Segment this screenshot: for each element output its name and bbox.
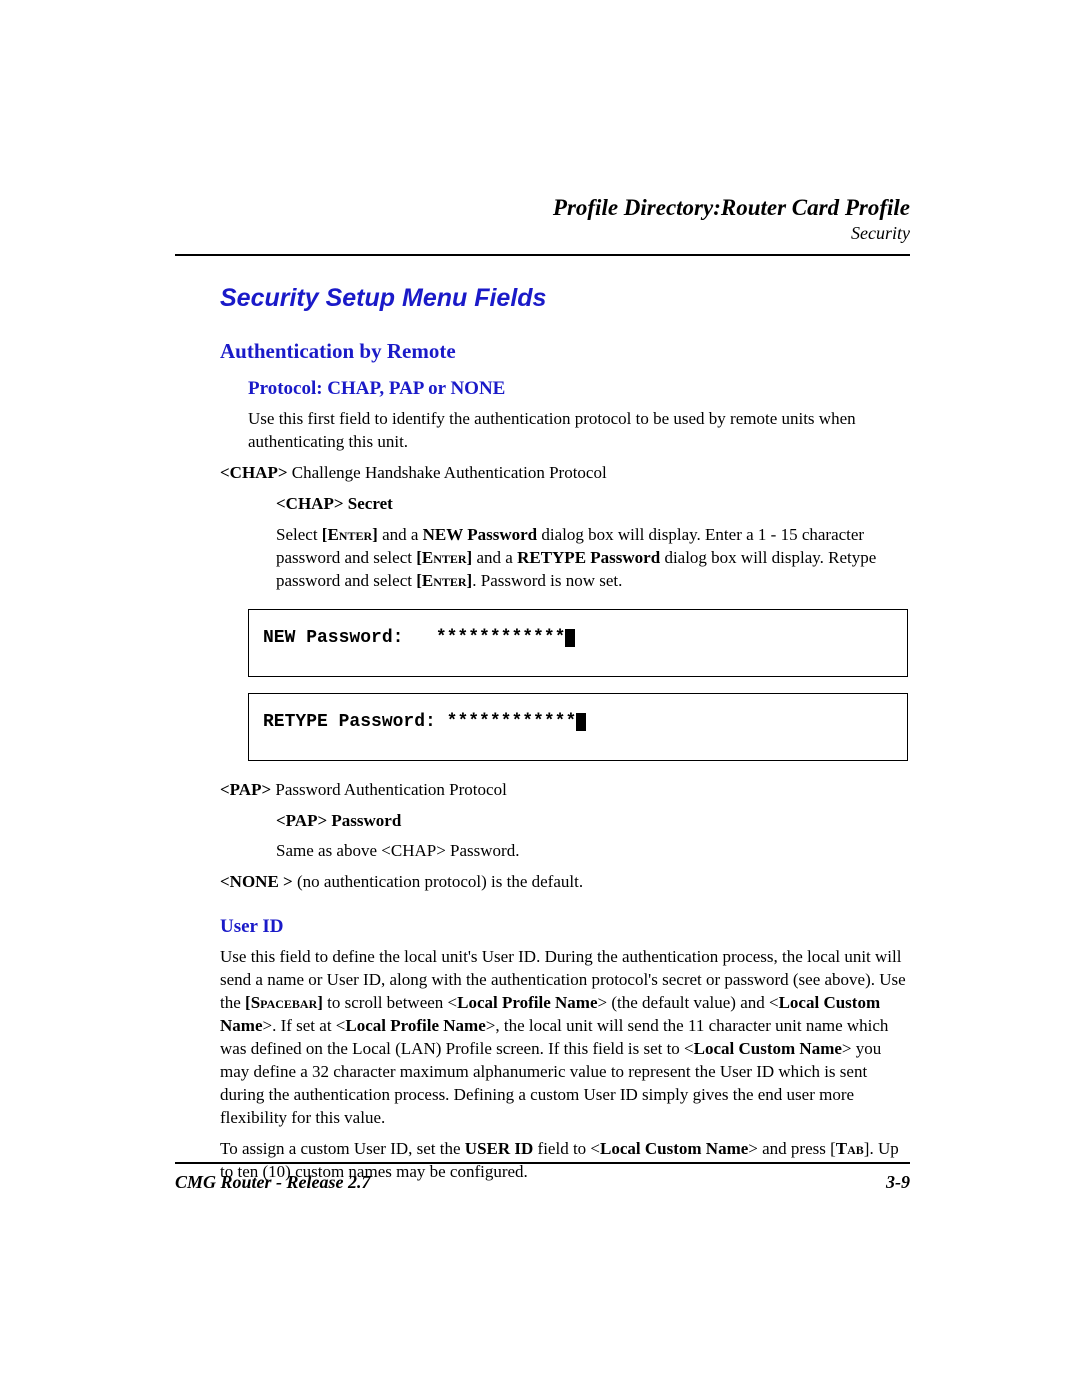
terminal-mask: ************ [447,712,577,732]
terminal-mask: ************ [436,628,566,648]
page-body: Profile Directory:Router Card Profile Se… [175,195,910,1184]
pap-password-heading: <PAP> Password [276,810,910,833]
chap-def: Challenge Handshake Authentication Proto… [288,463,607,482]
terminal-line: RETYPE Password: ************ [263,712,893,732]
terminal-label: NEW Password: [263,628,436,648]
pap-line: <PAP> Password Authentication Protocol [220,779,910,802]
chap-secret-body: Select [Enter] and a NEW Password dialog… [276,524,910,593]
local-profile-name: Local Profile Name [345,1016,485,1035]
txt: to scroll between < [323,993,457,1012]
txt: . Password is now set. [472,571,622,590]
pap-password-body: Same as above <CHAP> Password. [276,840,910,863]
local-profile-name: Local Profile Name [457,993,597,1012]
none-tag: <NONE > [220,872,293,891]
chap-tag: <CHAP> [220,463,288,482]
footer-rule [175,1162,910,1164]
header-title: Profile Directory:Router Card Profile [175,195,910,221]
local-custom-name: Local Custom Name [694,1039,842,1058]
header-subtitle: Security [175,223,910,244]
cursor-icon [576,713,586,731]
txt: and a [472,548,517,567]
retype-password-label: RETYPE Password [517,548,660,567]
key-enter: [Enter] [416,548,472,567]
protocol-intro: Use this first field to identify the aut… [248,408,910,454]
none-def: (no authentication protocol) is the defa… [293,872,583,891]
page-footer: CMG Router - Release 2.7 3-9 [175,1152,910,1193]
key-spacebar: [Spacebar] [245,993,323,1012]
txt: and a [378,525,423,544]
section-heading-h1: Security Setup Menu Fields [220,284,910,313]
pap-tag: <PAP> [220,780,271,799]
txt: >. If set at < [262,1016,345,1035]
user-id-p1: Use this field to define the local unit'… [220,946,910,1130]
terminal-line: NEW Password: ************ [263,628,893,648]
terminal-retype-password: RETYPE Password: ************ [248,693,908,761]
txt: Select [276,525,322,544]
txt: > (the default value) and < [598,993,779,1012]
pap-def: Password Authentication Protocol [271,780,507,799]
chap-secret-heading: <CHAP> Secret [276,493,910,516]
header-rule [175,254,910,256]
key-enter: [Enter] [416,571,472,590]
heading-auth-remote: Authentication by Remote [220,339,910,364]
chap-line: <CHAP> Challenge Handshake Authenticatio… [220,462,910,485]
new-password-label: NEW Password [423,525,537,544]
heading-user-id: User ID [220,916,910,938]
terminal-label: RETYPE Password: [263,712,447,732]
content-area: Authentication by Remote Protocol: CHAP,… [220,339,910,1184]
footer-left: CMG Router - Release 2.7 [175,1172,371,1193]
terminal-new-password: NEW Password: ************ [248,609,908,677]
key-enter: [Enter] [322,525,378,544]
footer-page-number: 3-9 [886,1172,910,1193]
none-line: <NONE > (no authentication protocol) is … [220,871,910,894]
heading-protocol: Protocol: CHAP, PAP or NONE [248,378,910,400]
cursor-icon [565,629,575,647]
